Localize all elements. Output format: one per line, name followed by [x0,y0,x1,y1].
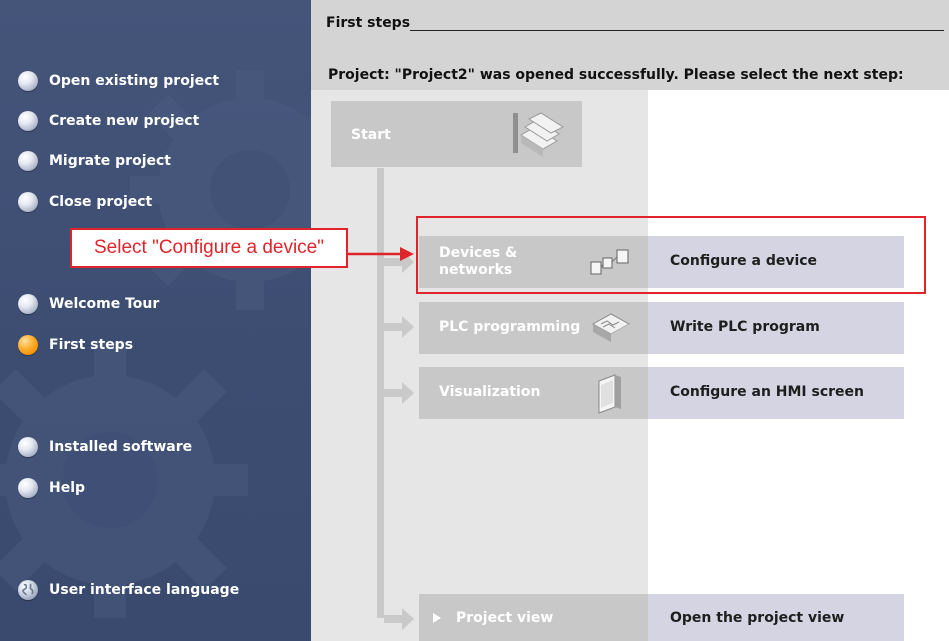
portal-sidebar: Open existing project Create new project… [0,0,311,641]
annotation-arrow-icon [348,247,414,261]
sidebar-item-user-interface-language[interactable]: User interface language [18,577,239,603]
sidebar-item-label: Open existing project [49,73,220,89]
sidebar-item-create-new-project[interactable]: Create new project [18,108,199,134]
project-view-step[interactable]: Project view [419,594,648,641]
hmi-panel-icon [598,374,621,414]
bullet-icon [18,478,38,498]
start-button[interactable]: Start [331,101,582,167]
steps-tree-column [311,90,648,641]
plc-programming-step[interactable]: PLC programming [419,302,648,354]
sidebar-item-close-project[interactable]: Close project [18,189,152,215]
start-label: Start [351,127,391,143]
step-label: PLC programming [439,319,581,335]
annotation-callout: Select "Configure a device" [70,228,348,268]
sidebar-item-open-existing-project[interactable]: Open existing project [18,68,219,94]
sidebar-item-migrate-project[interactable]: Migrate project [18,148,171,174]
action-label: Open the project view [670,610,845,626]
tree-connector-line [377,168,384,618]
bullet-icon [18,71,38,91]
bullet-icon [18,151,38,171]
bullet-icon [18,192,38,212]
sidebar-item-first-steps[interactable]: First steps [18,332,133,358]
sidebar-item-label: Close project [49,194,153,210]
sidebar-item-installed-software[interactable]: Installed software [18,434,192,460]
action-label: Configure an HMI screen [670,384,865,400]
tree-branch-arrow [384,608,414,630]
write-plc-program-action[interactable]: Write PLC program [648,302,904,354]
step-label: Visualization [439,384,541,400]
tree-branch-arrow [384,316,414,338]
open-project-view-action[interactable]: Open the project view [648,594,904,641]
sidebar-item-label: Create new project [49,113,200,129]
step-label: Project view [456,610,554,626]
action-label: Write PLC program [670,319,820,335]
sidebar-item-label: User interface language [49,582,240,598]
configure-hmi-screen-action[interactable]: Configure an HMI screen [648,367,904,419]
tree-branch-arrow [384,382,414,404]
sidebar-item-welcome-tour[interactable]: Welcome Tour [18,291,159,317]
bullet-active-icon [18,335,38,355]
sidebar-item-label: Installed software [49,439,193,455]
sidebar-item-label: Welcome Tour [49,296,160,312]
sidebar-item-label: Help [49,480,86,496]
sidebar-item-label: Migrate project [49,153,171,169]
title-divider [410,30,944,31]
annotation-highlight-box [416,216,926,294]
bullet-icon [18,294,38,314]
globe-icon [18,580,38,600]
plc-chip-icon [591,313,631,342]
status-message: Project: "Project2" was opened successfu… [328,67,904,83]
sidebar-item-label: First steps [49,337,134,353]
play-triangle-icon [433,613,441,623]
visualization-step[interactable]: Visualization [419,367,648,419]
bullet-icon [18,437,38,457]
bullet-icon [18,111,38,131]
section-title: First steps [326,15,411,31]
stairs-icon [513,112,565,157]
sidebar-item-help[interactable]: Help [18,475,85,501]
